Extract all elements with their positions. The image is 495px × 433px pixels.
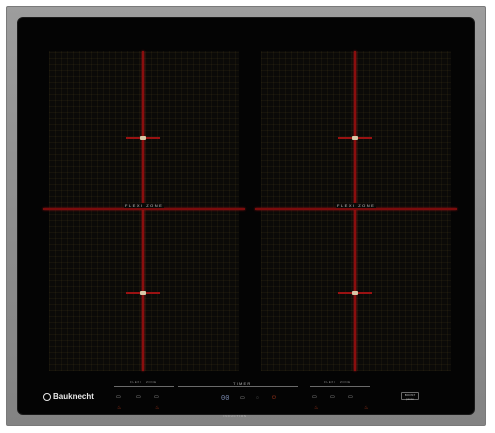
flexi-icon[interactable]: ♨ [314,405,318,411]
power-minus-button[interactable]: ▭ [116,394,121,400]
power-plus-button[interactable]: ▭ [154,394,159,400]
power-icon[interactable]: ⏻ [272,395,276,401]
cooking-indicator [140,136,146,140]
keep-warm-icon[interactable]: ♨ [155,405,159,411]
zone-caption: ZONE [340,380,351,384]
timer-button[interactable]: ▭ [240,395,245,401]
timer-display: 00 [221,395,230,403]
timer-track [178,386,298,387]
glass-surface: FLEXI ZONE FLEXI ZONE Bauknecht FLEXI ZO… [17,17,475,418]
cooktop-frame: FLEXI ZONE FLEXI ZONE Bauknecht FLEXI ZO… [6,6,486,426]
induction-label: INDUCTION [223,414,247,418]
zone-caption: ZONE [146,380,157,384]
zone-divider-horizontal [43,208,245,210]
power-level-button[interactable]: ▭ [136,394,141,400]
zone-caption: FLEXI [324,380,336,384]
cooking-indicator [352,291,358,295]
zone-divider-vertical [354,51,356,371]
lock-button[interactable]: ◌ [256,395,259,401]
power-plus-button[interactable]: ▭ [348,394,353,400]
flexi-zone-label: FLEXI ZONE [124,203,165,208]
brand-logo: Bauknecht [43,392,94,401]
control-panel: Bauknecht FLEXI ZONE ▭ ▭ ▭ ♨ ♨ TIMER 00 … [18,378,474,426]
brand-icon [43,392,51,401]
zone-divider-vertical [142,51,144,371]
slider-track[interactable] [114,386,174,387]
keep-warm-icon[interactable]: ♨ [364,405,368,411]
cooking-indicator [352,136,358,140]
slider-track[interactable] [310,386,370,387]
flexi-zone-left: FLEXI ZONE [43,51,245,371]
power-minus-button[interactable]: ▭ [312,394,317,400]
boost-button[interactable]: BOOST pause [401,392,419,401]
cooking-indicator [140,291,146,295]
flexi-zone-label: FLEXI ZONE [336,203,377,208]
zone-divider-horizontal [255,208,457,210]
flexi-icon[interactable]: ♨ [117,405,121,411]
flexi-zone-right: FLEXI ZONE [255,51,457,371]
power-level-button[interactable]: ▭ [330,394,335,400]
zone-caption: FLEXI [130,380,142,384]
